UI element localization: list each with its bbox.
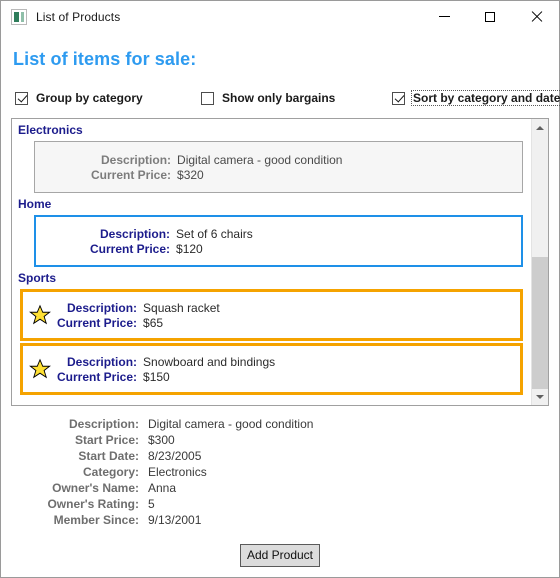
maximize-icon [485,11,495,22]
scroll-up-button[interactable] [532,119,548,136]
group-header-home: Home [18,197,52,211]
list-item[interactable]: Description: Squash racket Current Price… [20,289,523,341]
minimize-icon [438,16,450,17]
field-value-description: Digital camera - good condition [177,152,343,167]
field-value-description: Squash racket [143,300,220,315]
field-label-description: Description: [67,300,138,315]
product-list[interactable]: Electronics Description: Digital camera … [11,118,549,406]
scroll-up-icon [536,125,544,130]
detail-label-description: Description: [68,417,139,431]
window-title: List of Products [36,9,121,24]
field-label-description: Description: [101,152,172,167]
detail-value-start-date: 8/23/2005 [148,449,202,463]
button-row: Add Product [11,544,549,567]
list-item[interactable]: Description: Snowboard and bindings Curr… [20,343,523,395]
title-bar: List of Products [1,1,559,32]
detail-value-owners-name: Anna [148,481,177,495]
close-button[interactable] [513,1,559,32]
field-label-description: Description: [67,354,138,369]
checkbox-sort-by-category-and-date[interactable]: Sort by category and date [392,88,560,108]
list-item-fields: Description: Digital camera - good condi… [35,153,342,182]
window-content: List of items for sale: Group by categor… [1,32,560,577]
field-label-current-price: Current Price: [91,167,172,182]
maximize-button[interactable] [467,1,513,32]
close-icon [530,11,542,23]
field-value-current-price: $120 [176,241,203,256]
group-header-electronics: Electronics [18,123,83,137]
list-item[interactable]: Description: Set of 6 chairs Current Pri… [34,215,523,267]
field-value-current-price: $150 [143,369,170,384]
detail-value-owners-rating: 5 [148,497,155,511]
list-item-fields: Description: Set of 6 chairs Current Pri… [36,227,253,256]
detail-label-member-since: Member Since: [53,513,139,527]
checkbox-group-by-category[interactable]: Group by category [15,88,145,108]
detail-label-start-price: Start Price: [74,433,139,447]
detail-value-start-price: $300 [148,433,175,447]
detail-label-start-date: Start Date: [78,449,139,463]
checkbox-label-group-by-category: Group by category [36,91,143,105]
options-row: Group by category Show only bargains Sor… [11,88,560,110]
detail-value-member-since: 9/13/2001 [148,513,202,527]
field-value-current-price: $320 [177,167,204,182]
field-value-current-price: $65 [143,315,164,330]
product-details: Description: Digital camera - good condi… [11,417,549,527]
field-label-current-price: Current Price: [90,241,171,256]
bargain-star-icon [29,358,51,379]
product-list-items: Electronics Description: Digital camera … [12,119,531,405]
detail-label-owners-rating: Owner's Rating: [47,497,139,511]
list-item-fields: Description: Squash racket Current Price… [51,301,220,330]
list-item[interactable]: Description: Digital camera - good condi… [34,141,523,193]
checkbox-show-only-bargains[interactable]: Show only bargains [201,88,337,108]
page-title: List of items for sale: [13,49,197,69]
minimize-button[interactable] [421,1,467,32]
detail-value-category: Electronics [148,465,207,479]
checkbox-box-group-by-category[interactable] [15,91,28,105]
scroll-down-icon [536,394,544,399]
list-scrollbar[interactable] [531,119,548,405]
field-label-description: Description: [100,226,171,241]
scrollbar-thumb[interactable] [532,257,548,389]
checkbox-label-show-only-bargains: Show only bargains [222,91,336,105]
checkbox-label-sort-by-category-and-date: Sort by category and date [411,90,560,106]
field-label-current-price: Current Price: [57,369,138,384]
field-label-current-price: Current Price: [57,315,138,330]
checkbox-box-show-only-bargains[interactable] [201,91,214,105]
detail-label-owners-name: Owner's Name: [52,481,139,495]
app-icon [11,8,27,25]
product-list-window: List of Products List of items for sale:… [0,0,560,578]
add-product-button[interactable]: Add Product [239,544,321,567]
checkbox-box-sort-by-category-and-date[interactable] [392,91,405,105]
list-item-fields: Description: Snowboard and bindings Curr… [51,355,275,384]
group-header-sports: Sports [18,271,57,285]
detail-label-category: Category: [82,465,139,479]
window-controls [421,1,559,32]
field-value-description: Set of 6 chairs [176,226,253,241]
bargain-star-icon [29,304,51,325]
field-value-description: Snowboard and bindings [143,354,276,369]
detail-value-description: Digital camera - good condition [148,417,314,431]
scroll-down-button[interactable] [532,388,548,405]
